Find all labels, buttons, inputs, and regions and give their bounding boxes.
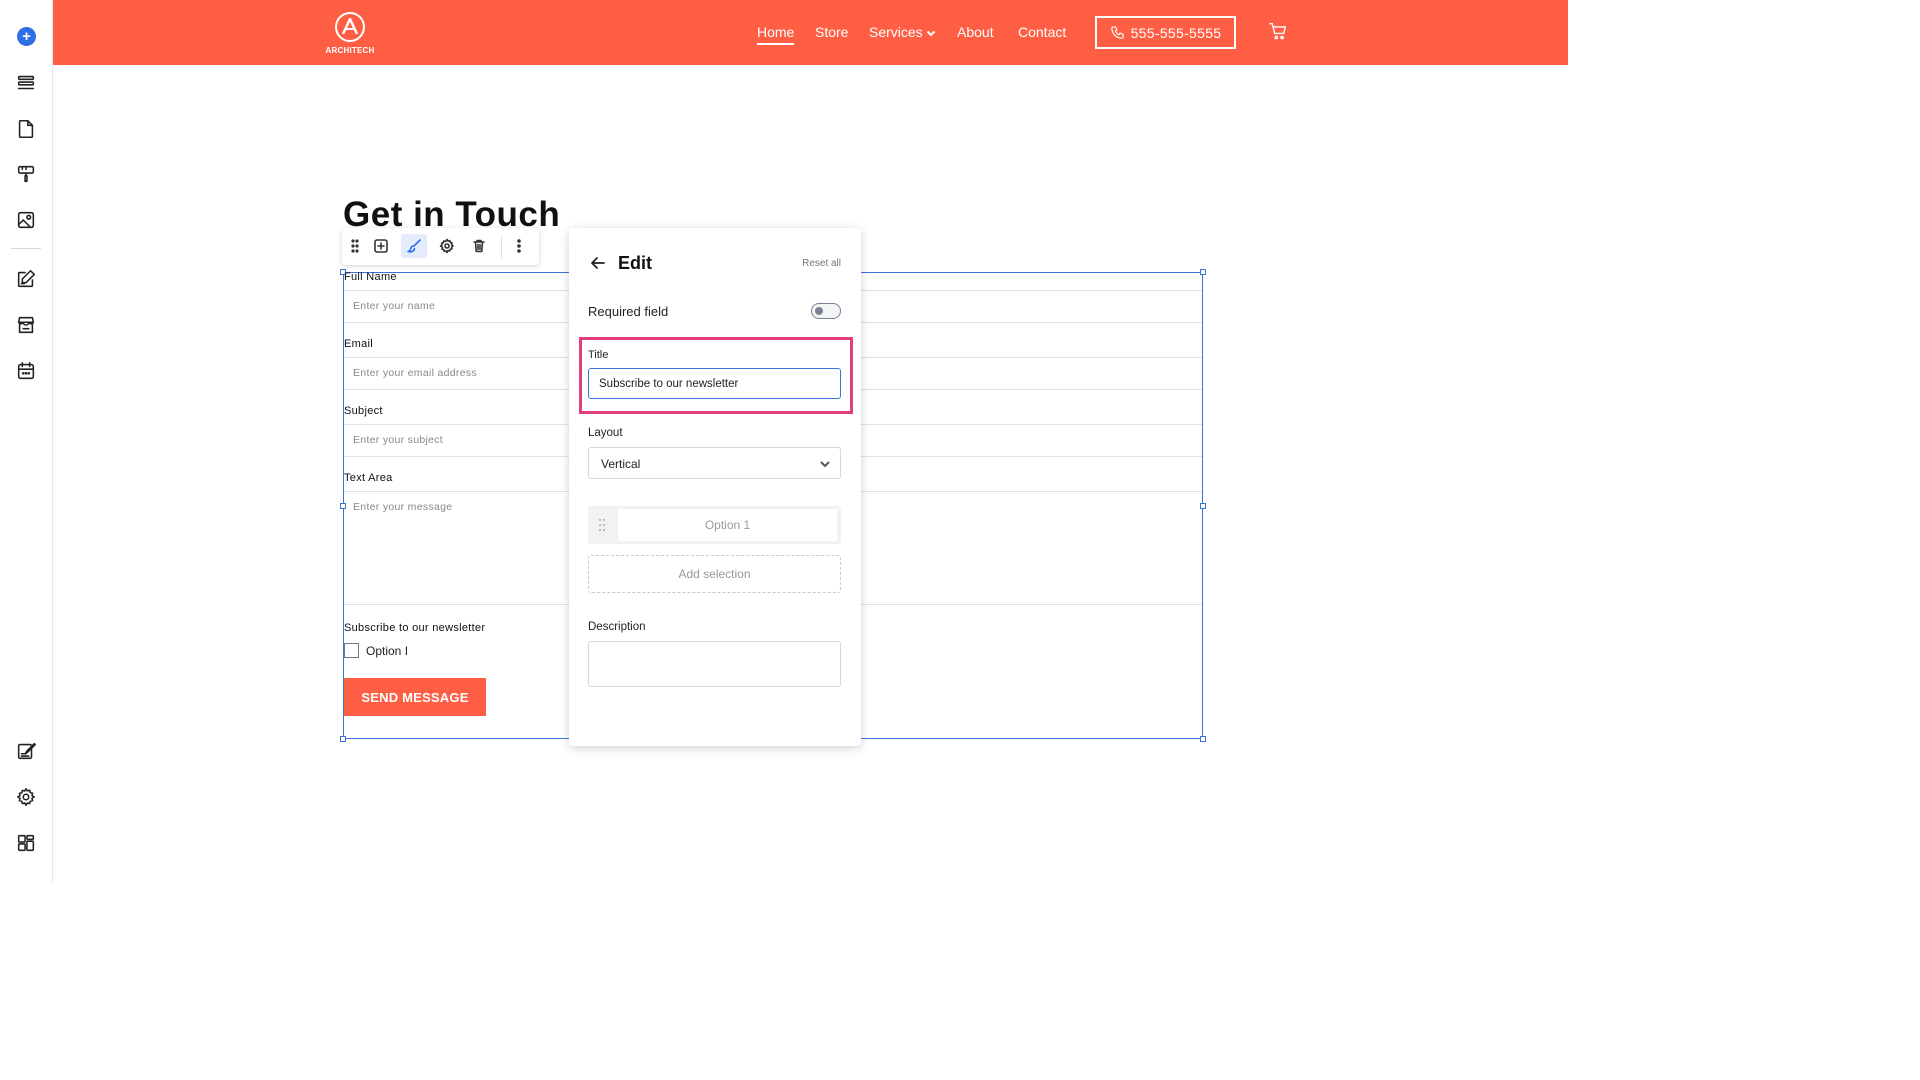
site-design-icon[interactable] — [14, 739, 38, 763]
add-block-icon[interactable] — [371, 236, 391, 256]
paint-roller-icon[interactable] — [14, 162, 38, 186]
description-label: Description — [588, 621, 646, 633]
title-field-label: Title — [588, 349, 609, 361]
description-input[interactable] — [588, 641, 841, 687]
site-header: ARCHITECH Home Store Services About Cont… — [53, 0, 1568, 65]
pages-icon[interactable] — [14, 117, 38, 141]
nav-home[interactable]: Home — [757, 24, 795, 45]
nav-about[interactable]: About — [957, 24, 994, 40]
page-title: Get in Touch — [343, 195, 561, 229]
editor-sidebar: + — [0, 0, 53, 882]
add-element-button[interactable]: + — [17, 27, 36, 46]
layout-select-value: Vertical — [601, 457, 641, 471]
chevron-down-icon — [926, 31, 935, 37]
full-name-label: Full Name — [344, 271, 397, 283]
design-brush-icon[interactable] — [401, 234, 427, 258]
required-field-label: Required field — [588, 304, 669, 319]
resize-handle-top-right[interactable] — [1200, 269, 1206, 275]
architech-logo-icon — [335, 12, 365, 42]
blog-edit-icon[interactable] — [14, 267, 38, 291]
media-icon[interactable] — [14, 208, 38, 232]
newsletter-option-checkbox[interactable] — [344, 643, 359, 658]
trash-icon[interactable] — [469, 236, 489, 256]
email-label: Email — [344, 338, 374, 350]
drag-handle-icon[interactable] — [598, 518, 606, 532]
calendar-icon[interactable] — [14, 359, 38, 383]
subject-label: Subject — [344, 405, 383, 417]
layout-select[interactable]: Vertical — [588, 447, 841, 479]
send-message-button[interactable]: SEND MESSAGE — [344, 678, 486, 716]
element-toolbar — [342, 228, 539, 265]
reset-all-link[interactable]: Reset all — [802, 258, 841, 269]
more-options-icon[interactable] — [509, 236, 529, 256]
drag-handle-icon[interactable] — [345, 236, 365, 256]
title-field-input[interactable] — [588, 368, 841, 399]
required-field-toggle[interactable] — [811, 303, 841, 319]
rail-divider — [11, 248, 41, 249]
apps-icon[interactable] — [14, 831, 38, 855]
phone-number: 555-555-5555 — [1130, 24, 1222, 41]
option-1-input[interactable]: Option 1 — [618, 509, 837, 541]
cart-icon[interactable] — [1268, 22, 1290, 42]
logo-text: ARCHITECH — [325, 46, 375, 55]
layers-icon[interactable] — [14, 71, 38, 95]
layout-label: Layout — [588, 427, 623, 439]
newsletter-option-label: Option I — [366, 644, 409, 658]
settings-icon[interactable] — [14, 785, 38, 809]
edit-panel: Edit Reset all Required field Title Layo… — [569, 228, 861, 746]
nav-services-label: Services — [869, 24, 923, 40]
edit-panel-title: Edit — [618, 253, 652, 273]
nav-services[interactable]: Services — [869, 24, 936, 40]
phone-icon — [1110, 26, 1124, 39]
add-selection-button[interactable]: Add selection — [588, 555, 841, 593]
site-logo[interactable]: ARCHITECH — [325, 11, 375, 55]
store-icon[interactable] — [14, 313, 38, 337]
resize-handle-bottom-right[interactable] — [1200, 736, 1206, 742]
toolbar-divider — [501, 236, 502, 258]
textarea-label: Text Area — [344, 472, 393, 484]
phone-button[interactable]: 555-555-5555 — [1095, 16, 1236, 49]
nav-contact[interactable]: Contact — [1018, 24, 1066, 40]
back-arrow-icon[interactable] — [590, 255, 606, 271]
resize-handle-bottom-left[interactable] — [340, 736, 346, 742]
gear-icon[interactable] — [437, 236, 457, 256]
nav-store[interactable]: Store — [815, 24, 848, 40]
newsletter-label: Subscribe to our newsletter — [344, 622, 486, 634]
chevron-down-icon — [820, 461, 830, 468]
option-row: Option 1 — [588, 506, 841, 544]
